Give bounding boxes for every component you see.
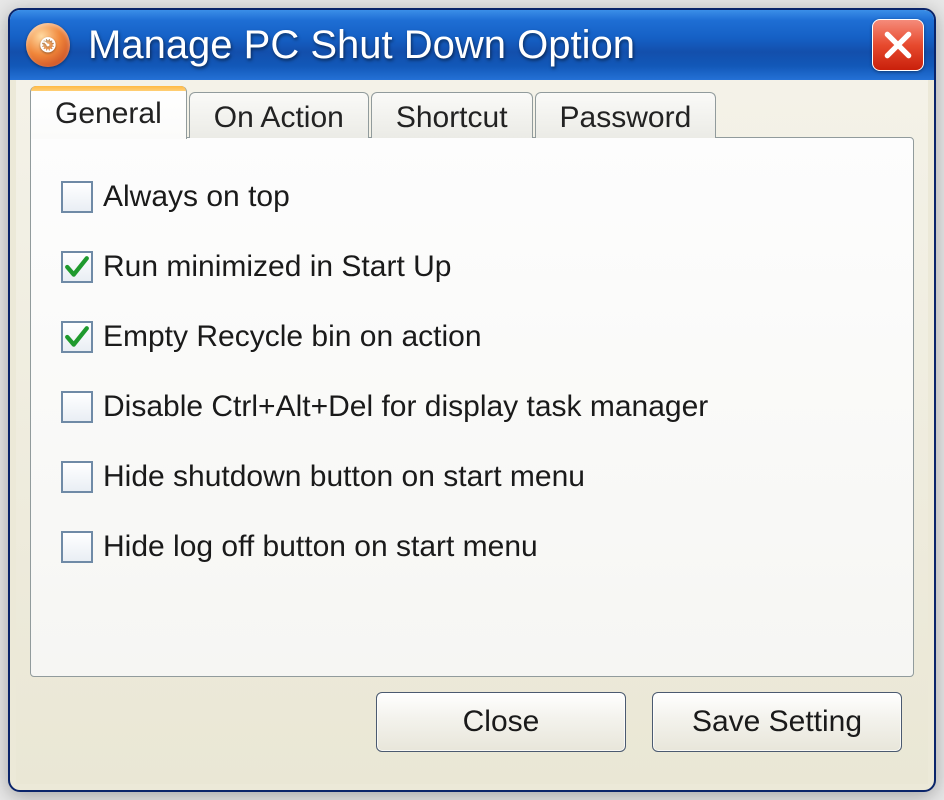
checkbox-hide-logoff-button[interactable]	[61, 531, 93, 563]
option-row: Run minimized in Start Up	[61, 250, 883, 284]
option-label: Hide shutdown button on start menu	[103, 460, 585, 494]
tab-password[interactable]: Password	[535, 92, 717, 138]
client-area: General On Action Shortcut Password Alwa…	[16, 80, 928, 784]
checkbox-empty-recycle-bin[interactable]	[61, 321, 93, 353]
titlebar[interactable]: ⏲ Manage PC Shut Down Option	[10, 10, 934, 80]
checkbox-run-minimized[interactable]	[61, 251, 93, 283]
tab-shortcut[interactable]: Shortcut	[371, 92, 533, 138]
window-title: Manage PC Shut Down Option	[88, 23, 872, 68]
option-label: Hide log off button on start menu	[103, 530, 538, 564]
tab-panel-general: Always on top Run minimized in Start Up …	[30, 137, 914, 677]
dialog-footer: Close Save Setting	[30, 678, 914, 752]
check-icon	[64, 324, 90, 350]
checkbox-hide-shutdown-button[interactable]	[61, 461, 93, 493]
option-row: Disable Ctrl+Alt+Del for display task ma…	[61, 390, 883, 424]
save-setting-button[interactable]: Save Setting	[652, 692, 902, 752]
option-row: Hide log off button on start menu	[61, 530, 883, 564]
option-label: Disable Ctrl+Alt+Del for display task ma…	[103, 390, 708, 424]
option-row: Hide shutdown button on start menu	[61, 460, 883, 494]
check-icon	[64, 254, 90, 280]
option-label: Run minimized in Start Up	[103, 250, 451, 284]
tabstrip: General On Action Shortcut Password	[30, 86, 914, 138]
close-icon	[882, 29, 914, 61]
option-label: Always on top	[103, 180, 290, 214]
checkbox-disable-ctrl-alt-del[interactable]	[61, 391, 93, 423]
option-label: Empty Recycle bin on action	[103, 320, 482, 354]
tab-general[interactable]: General	[30, 86, 187, 139]
option-row: Empty Recycle bin on action	[61, 320, 883, 354]
options-dialog: ⏲ Manage PC Shut Down Option General On …	[8, 8, 936, 792]
window-close-button[interactable]	[872, 19, 924, 71]
checkbox-always-on-top[interactable]	[61, 181, 93, 213]
close-button[interactable]: Close	[376, 692, 626, 752]
tab-on-action[interactable]: On Action	[189, 92, 369, 138]
option-row: Always on top	[61, 180, 883, 214]
app-clock-icon: ⏲	[26, 23, 70, 67]
